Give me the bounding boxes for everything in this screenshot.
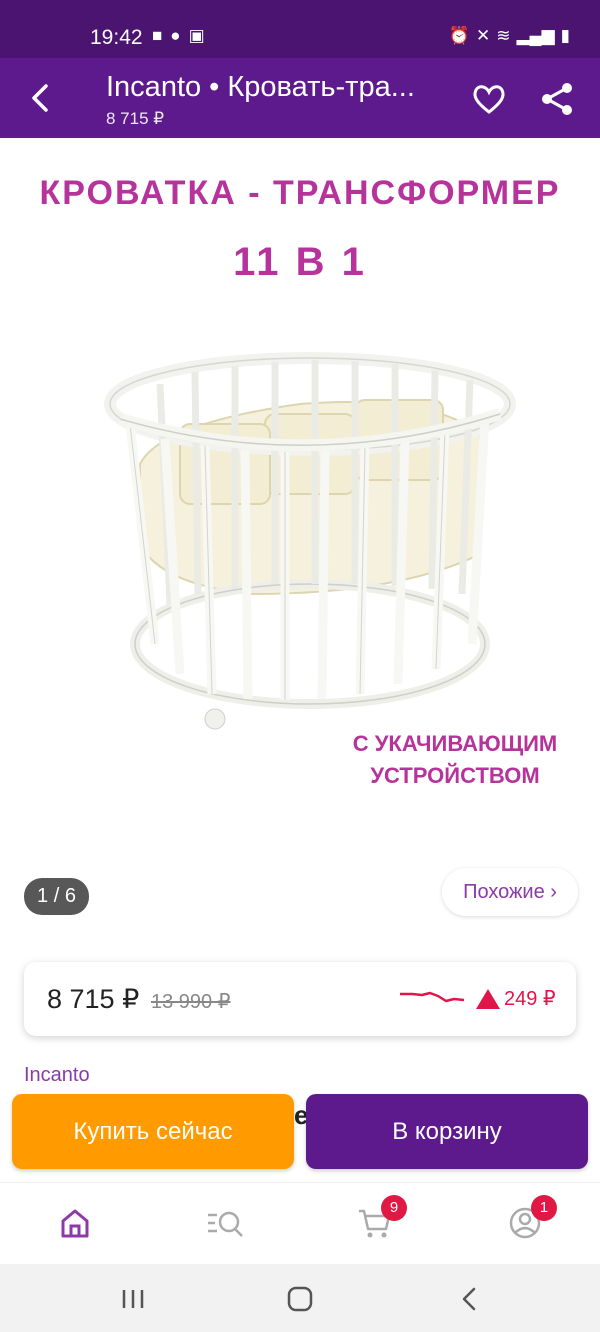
back-system-button[interactable] xyxy=(455,1284,485,1314)
alarm-icon: ⏰ xyxy=(448,26,470,45)
price-change-value: 249 ₽ xyxy=(504,988,556,1010)
back-button[interactable] xyxy=(22,78,62,118)
status-left-icons: ■ ● ▣ xyxy=(152,26,205,46)
video-icon: ■ xyxy=(152,26,163,45)
status-bar: 19:42 ■ ● ▣ ⏰ ✕ ≋ ▂▄▆ ▮ xyxy=(0,0,600,58)
price-up-icon xyxy=(476,988,500,1009)
signal-icon: ▂▄▆ xyxy=(516,26,555,45)
back-chevron-icon xyxy=(462,1287,476,1311)
battery-icon: ▮ xyxy=(560,26,570,45)
product-image-gallery[interactable]: КРОВАТКА - ТРАНСФОРМЕР 11 В 1 С УКАЧИВАЮ… xyxy=(0,138,600,850)
nav-home[interactable] xyxy=(55,1203,95,1243)
bottom-nav: 9 1 xyxy=(0,1182,600,1264)
promo-note-line2: УСТРОЙСТВОМ xyxy=(370,763,540,788)
product-title: Incanto • Кровать-тра... xyxy=(106,71,415,103)
nav-catalog[interactable] xyxy=(205,1203,245,1243)
app-notification-icon: ● xyxy=(170,26,181,45)
home-square-icon xyxy=(287,1286,313,1312)
nav-cart[interactable]: 9 xyxy=(355,1195,407,1243)
share-button[interactable] xyxy=(538,80,576,118)
old-price: 13 990 ₽ xyxy=(151,991,231,1013)
price-card[interactable]: 8 715 ₽ 13 990 ₽ 249 ₽ xyxy=(24,962,576,1036)
promo-title: КРОВАТКА - ТРАНСФОРМЕР xyxy=(39,174,561,212)
brand-link[interactable]: Incanto xyxy=(24,1064,90,1087)
recent-apps-button[interactable] xyxy=(118,1284,148,1314)
heart-icon xyxy=(473,85,505,114)
home-icon xyxy=(61,1209,89,1238)
mute-icon: ✕ xyxy=(475,26,491,45)
favorite-button[interactable] xyxy=(470,80,508,118)
promo-note: С УКАЧИВАЮЩИМ УСТРОЙСТВОМ xyxy=(330,728,580,792)
similar-products-button[interactable]: Похожие › xyxy=(442,868,578,916)
recent-apps-icon xyxy=(122,1290,144,1308)
wifi-icon: ≋ xyxy=(496,26,511,45)
profile-badge: 1 xyxy=(531,1195,557,1221)
nav-profile[interactable]: 1 xyxy=(505,1195,557,1243)
add-to-cart-button[interactable]: В корзину xyxy=(306,1094,588,1169)
product-price-header: 8 715 ₽ xyxy=(106,109,165,128)
image-page-counter: 1 / 6 xyxy=(24,878,89,915)
promo-subtitle: 11 В 1 xyxy=(233,240,367,284)
current-price: 8 715 ₽ xyxy=(47,984,140,1014)
system-nav-bar xyxy=(0,1264,600,1332)
image-notification-icon: ▣ xyxy=(188,26,205,45)
crib-image xyxy=(104,352,516,730)
status-time: 19:42 xyxy=(90,26,143,49)
home-system-button[interactable] xyxy=(285,1284,315,1314)
cart-badge: 9 xyxy=(381,1195,407,1221)
price-history-chart xyxy=(400,991,465,1003)
catalog-search-icon xyxy=(208,1211,243,1237)
buy-now-button[interactable]: Купить сейчас xyxy=(12,1094,294,1169)
share-icon xyxy=(542,83,572,115)
back-arrow-icon xyxy=(32,84,48,112)
app-bar: Incanto • Кровать-тра... 8 715 ₽ xyxy=(0,58,600,138)
price-change: 249 ₽ xyxy=(476,986,556,1011)
status-right-icons: ⏰ ✕ ≋ ▂▄▆ ▮ xyxy=(449,26,570,46)
promo-note-line1: С УКАЧИВАЮЩИМ xyxy=(352,731,558,756)
